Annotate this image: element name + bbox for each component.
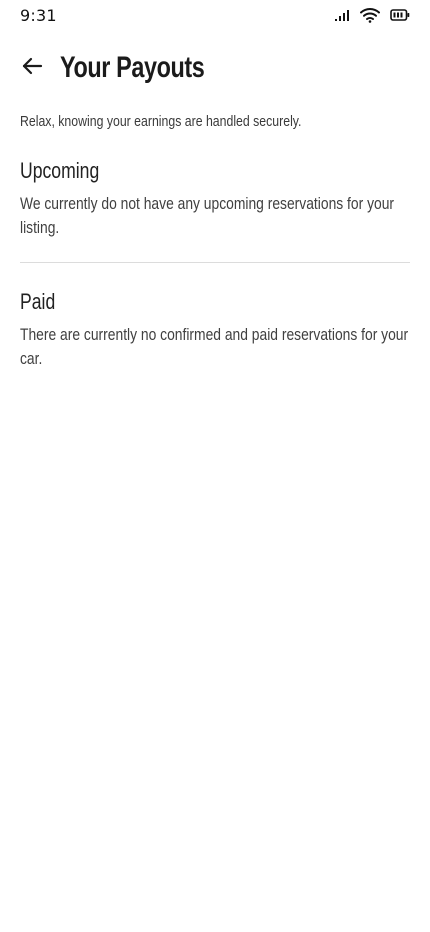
header: Your Payouts [0,46,430,90]
payouts-content: Relax, knowing your earnings are handled… [20,110,410,371]
page-subtitle: Relax, knowing your earnings are handled… [20,113,302,130]
status-bar: 9:31 [0,0,430,32]
page-title: Your Payouts [60,51,205,84]
wifi-icon [360,7,380,23]
arrow-left-icon [21,56,43,81]
section-divider [20,262,410,263]
upcoming-empty-message: We currently do not have any upcoming re… [20,194,395,237]
battery-icon [390,9,410,21]
paid-empty-message: There are currently no confirmed and pai… [20,325,409,368]
upcoming-title: Upcoming [20,158,100,183]
upcoming-section: Upcoming We currently do not have any up… [20,156,410,240]
back-button[interactable] [18,54,46,82]
status-time: 9:31 [20,6,57,25]
status-icons [334,7,410,23]
paid-title: Paid [20,289,56,314]
paid-section: Paid There are currently no confirmed an… [20,287,410,371]
signal-icon [334,8,350,22]
